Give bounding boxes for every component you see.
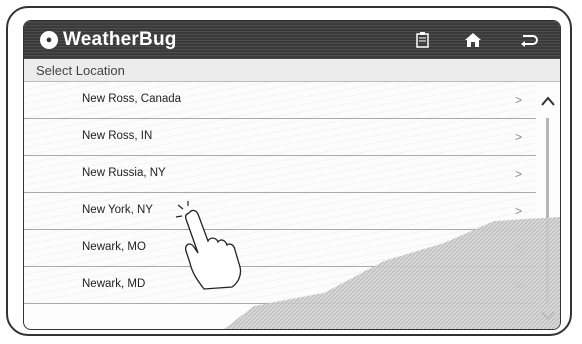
location-item[interactable]: New Russia, NY >	[24, 156, 536, 193]
location-item[interactable]: New Ross, Canada >	[24, 82, 536, 119]
chevron-right-icon: >	[514, 93, 522, 107]
hand-pointer-icon	[175, 201, 242, 290]
chevron-right-icon: >	[514, 167, 522, 181]
chevron-right-icon: >	[514, 130, 522, 144]
chevron-right-icon: >	[514, 241, 522, 255]
list-title-bar: Select Location	[24, 59, 560, 82]
back-button[interactable]	[518, 29, 540, 51]
location-item[interactable]: New York, NY >	[24, 193, 536, 230]
chevron-right-icon: >	[514, 278, 522, 292]
app-header: ● WeatherBug	[24, 21, 560, 59]
home-icon	[465, 33, 481, 47]
location-item[interactable]: New Ross, IN >	[24, 119, 536, 156]
location-list: New Ross, Canada > New Ross, IN > New Ru…	[24, 82, 536, 304]
location-label: New Ross, Canada	[82, 93, 182, 105]
device-frame: ● WeatherBug Select Location New Ross, C…	[6, 6, 572, 336]
location-label: New Ross, IN	[82, 130, 153, 142]
scroll-up-icon[interactable]	[540, 94, 556, 108]
note-button[interactable]	[412, 29, 434, 51]
location-item[interactable]: Newark, MD >	[24, 267, 536, 304]
weatherbug-logo-icon: ●	[40, 31, 58, 49]
location-label: New Russia, NY	[82, 167, 166, 179]
back-icon	[521, 35, 538, 47]
scroll-track[interactable]	[546, 118, 549, 303]
location-label: New York, NY	[82, 204, 153, 216]
home-button[interactable]	[462, 29, 484, 51]
location-label: Newark, MO	[82, 241, 146, 253]
list-title: Select Location	[36, 63, 125, 78]
app-title: WeatherBug	[63, 29, 177, 50]
app-logo: ● WeatherBug	[40, 29, 177, 51]
location-item[interactable]: Newark, MO >	[24, 230, 536, 267]
note-icon	[416, 32, 429, 48]
scroll-down-icon[interactable]	[540, 309, 556, 323]
chevron-right-icon: >	[514, 204, 522, 218]
screen: ● WeatherBug Select Location New Ross, C…	[23, 20, 561, 330]
scrollbar[interactable]	[536, 82, 560, 329]
location-label: Newark, MD	[82, 278, 146, 290]
